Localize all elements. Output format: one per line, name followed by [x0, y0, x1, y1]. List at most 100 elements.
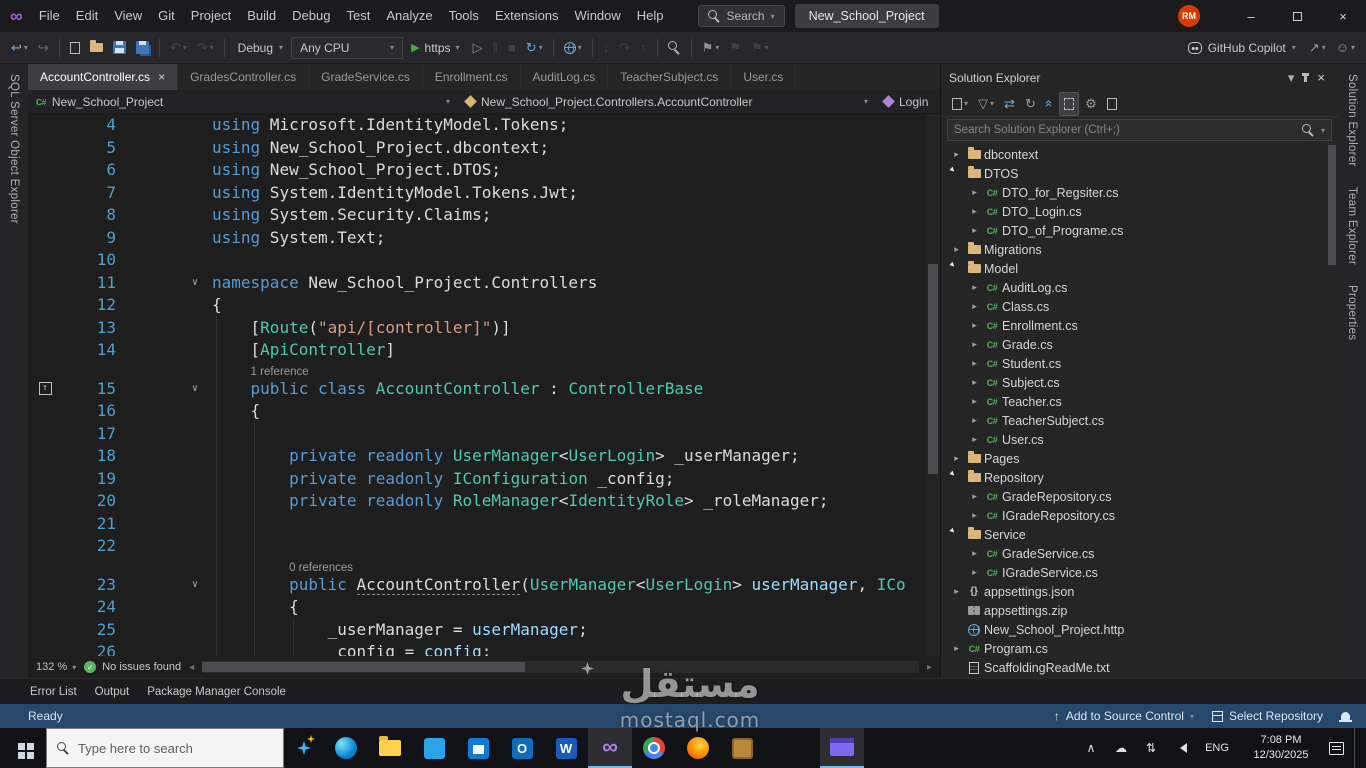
previous-bookmark-icon[interactable]: ⚑ — [725, 36, 745, 60]
editor-vertical-scrollbar[interactable] — [926, 114, 940, 656]
tree-item-Teacher.cs[interactable]: ▸ C# Teacher.cs — [941, 392, 1338, 411]
menu-analyze[interactable]: Analyze — [378, 0, 440, 32]
breadcrumb-member-dropdown[interactable]: Login — [876, 90, 940, 113]
live-share-icon[interactable]: ↗ ▾ — [1305, 36, 1330, 60]
firefox-icon[interactable] — [676, 728, 720, 768]
tree-item-New_School_Project.http[interactable]: New_School_Project.http — [941, 620, 1338, 639]
taskbar-clock[interactable]: 7:08 PM 12/30/2025 — [1243, 733, 1319, 763]
menu-git[interactable]: Git — [150, 0, 183, 32]
fold-margin[interactable]: ∨ — [128, 272, 212, 295]
save-icon[interactable] — [109, 36, 130, 60]
ssms-icon[interactable] — [720, 728, 764, 768]
stop-icon[interactable]: ■ — [504, 36, 520, 60]
tab-TeacherSubject.cs[interactable]: TeacherSubject.cs — [608, 64, 732, 90]
tree-item-Class.cs[interactable]: ▸ C# Class.cs — [941, 297, 1338, 316]
minimize-button[interactable]: – — [1228, 0, 1274, 32]
code-row[interactable]: 23 ∨ public AccountController(UserManager… — [28, 574, 940, 597]
fold-margin[interactable] — [128, 513, 212, 536]
tree-item-IGradeService.cs[interactable]: ▸ C# IGradeService.cs — [941, 563, 1338, 582]
find-in-files-icon[interactable] — [664, 36, 685, 60]
menu-tools[interactable]: Tools — [441, 0, 487, 32]
fold-margin[interactable] — [128, 227, 212, 250]
code-row[interactable]: 21 — [28, 513, 940, 536]
collapse-region-icon[interactable]: ∨ — [192, 574, 198, 597]
tree-expand-arrow-icon[interactable]: ▸ — [949, 453, 964, 464]
volume-icon[interactable] — [1171, 743, 1191, 753]
tree-item-Program.cs[interactable]: ▸ C# Program.cs — [941, 639, 1338, 658]
close-icon[interactable]: × — [1313, 66, 1329, 90]
collapse-all-icon[interactable]: « — [1042, 92, 1057, 116]
tree-expand-arrow-icon[interactable]: ▸ — [947, 525, 965, 543]
scrollbar-thumb[interactable] — [928, 264, 938, 474]
menu-edit[interactable]: Edit — [68, 0, 106, 32]
maximize-button[interactable] — [1274, 0, 1320, 32]
fold-margin[interactable] — [128, 339, 212, 362]
fold-margin[interactable] — [128, 182, 212, 205]
visual-studio-icon[interactable]: ∞ — [588, 728, 632, 768]
tree-expand-arrow-icon[interactable]: ▸ — [967, 434, 982, 445]
redo-icon[interactable]: ↷ ▾ — [193, 36, 218, 60]
tree-item-Service[interactable]: ▸ Service — [941, 525, 1338, 544]
tree-item-DTOS[interactable]: ▸ DTOS — [941, 164, 1338, 183]
tab-GradeService.cs[interactable]: GradeService.cs — [309, 64, 423, 90]
tree-item-Grade.cs[interactable]: ▸ C# Grade.cs — [941, 335, 1338, 354]
fold-margin[interactable] — [128, 159, 212, 182]
restart-icon[interactable]: ↻ ▾ — [522, 36, 547, 60]
tree-expand-arrow-icon[interactable]: ▸ — [967, 282, 982, 293]
panel-tab-error-list[interactable]: Error List — [30, 686, 77, 698]
chrome-icon[interactable] — [632, 728, 676, 768]
tab-Enrollment.cs[interactable]: Enrollment.cs — [423, 64, 521, 90]
tree-item-Student.cs[interactable]: ▸ C# Student.cs — [941, 354, 1338, 373]
navigate-forward-icon[interactable]: ↪ — [34, 36, 53, 60]
codelens-references[interactable]: 1 reference — [251, 366, 309, 378]
code-row[interactable]: 19 private readonly IConfiguration _conf… — [28, 468, 940, 491]
document-health-indicator[interactable]: ✓ No issues found — [84, 661, 181, 673]
fold-margin[interactable] — [128, 317, 212, 340]
taskbar-search[interactable] — [46, 728, 284, 768]
search-box[interactable]: ▾ — [947, 119, 1332, 141]
action-center-icon[interactable] — [1329, 741, 1344, 755]
inherited-indicator-icon[interactable]: ↑ — [38, 382, 52, 396]
send-feedback-icon[interactable]: ☺ ▾ — [1332, 36, 1359, 60]
tree-expand-arrow-icon[interactable]: ▸ — [967, 491, 982, 502]
navigate-backward-icon[interactable]: ↩ ▾ — [7, 36, 32, 60]
tab-User.cs[interactable]: User.cs — [731, 64, 797, 90]
tree-item-DTO_Login.cs[interactable]: ▸ C# DTO_Login.cs — [941, 202, 1338, 221]
code-row[interactable]: 7 using System.IdentityModel.Tokens.Jwt; — [28, 182, 940, 205]
tree-expand-arrow-icon[interactable]: ▸ — [967, 567, 982, 578]
preview-selected-icon[interactable] — [1103, 92, 1121, 116]
tree-item-appsettings.json[interactable]: ▸ {} appsettings.json — [941, 582, 1338, 601]
editor-horizontal-scrollbar[interactable] — [202, 661, 919, 673]
zoom-control[interactable]: 132 % ▾ — [36, 661, 76, 673]
tree-item-GradeRepository.cs[interactable]: ▸ C# GradeRepository.cs — [941, 487, 1338, 506]
fold-margin[interactable]: ∨ — [128, 378, 212, 401]
tree-item-DTO_for_Regsiter.cs[interactable]: ▸ C# DTO_for_Regsiter.cs — [941, 183, 1338, 202]
tree-expand-arrow-icon[interactable]: ▸ — [947, 164, 965, 182]
run-without-debugging-icon[interactable]: ▷ — [469, 36, 487, 60]
code-row[interactable]: 26 _config = config; — [28, 641, 940, 656]
select-repository-button[interactable]: Select Repository — [1211, 709, 1323, 723]
tree-expand-arrow-icon[interactable]: ▸ — [967, 510, 982, 521]
menu-help[interactable]: Help — [629, 0, 672, 32]
close-tab-icon[interactable]: × — [158, 70, 165, 84]
step-out-icon[interactable]: ↑ — [636, 36, 651, 60]
tree-expand-arrow-icon[interactable]: ▸ — [949, 244, 964, 255]
fold-margin[interactable] — [128, 445, 212, 468]
tree-item-AuditLog.cs[interactable]: ▸ C# AuditLog.cs — [941, 278, 1338, 297]
tree-item-ScaffoldingReadMe.txt[interactable]: ScaffoldingReadMe.txt — [941, 658, 1338, 677]
scrollbar-thumb[interactable] — [202, 662, 525, 672]
scroll-right-icon[interactable]: ▸ — [927, 662, 932, 673]
collapse-region-icon[interactable]: ∨ — [192, 272, 198, 295]
file-explorer-icon[interactable] — [368, 728, 412, 768]
fold-margin[interactable] — [128, 362, 212, 378]
show-all-files-icon[interactable] — [1059, 91, 1080, 116]
tab-AuditLog.cs[interactable]: AuditLog.cs — [521, 64, 609, 90]
breadcrumb-project-dropdown[interactable]: C# New_School_Project ▾ — [28, 90, 458, 113]
fold-margin[interactable] — [128, 558, 212, 574]
breadcrumb-type-dropdown[interactable]: New_School_Project.Controllers.AccountCo… — [458, 90, 876, 113]
tree-expand-arrow-icon[interactable]: ▸ — [967, 206, 982, 217]
configuration-dropdown[interactable]: Debug ▾ — [230, 41, 291, 55]
tree-expand-arrow-icon[interactable]: ▸ — [967, 320, 982, 331]
code-row[interactable]: 17 — [28, 423, 940, 446]
open-folder-icon[interactable] — [86, 36, 107, 60]
